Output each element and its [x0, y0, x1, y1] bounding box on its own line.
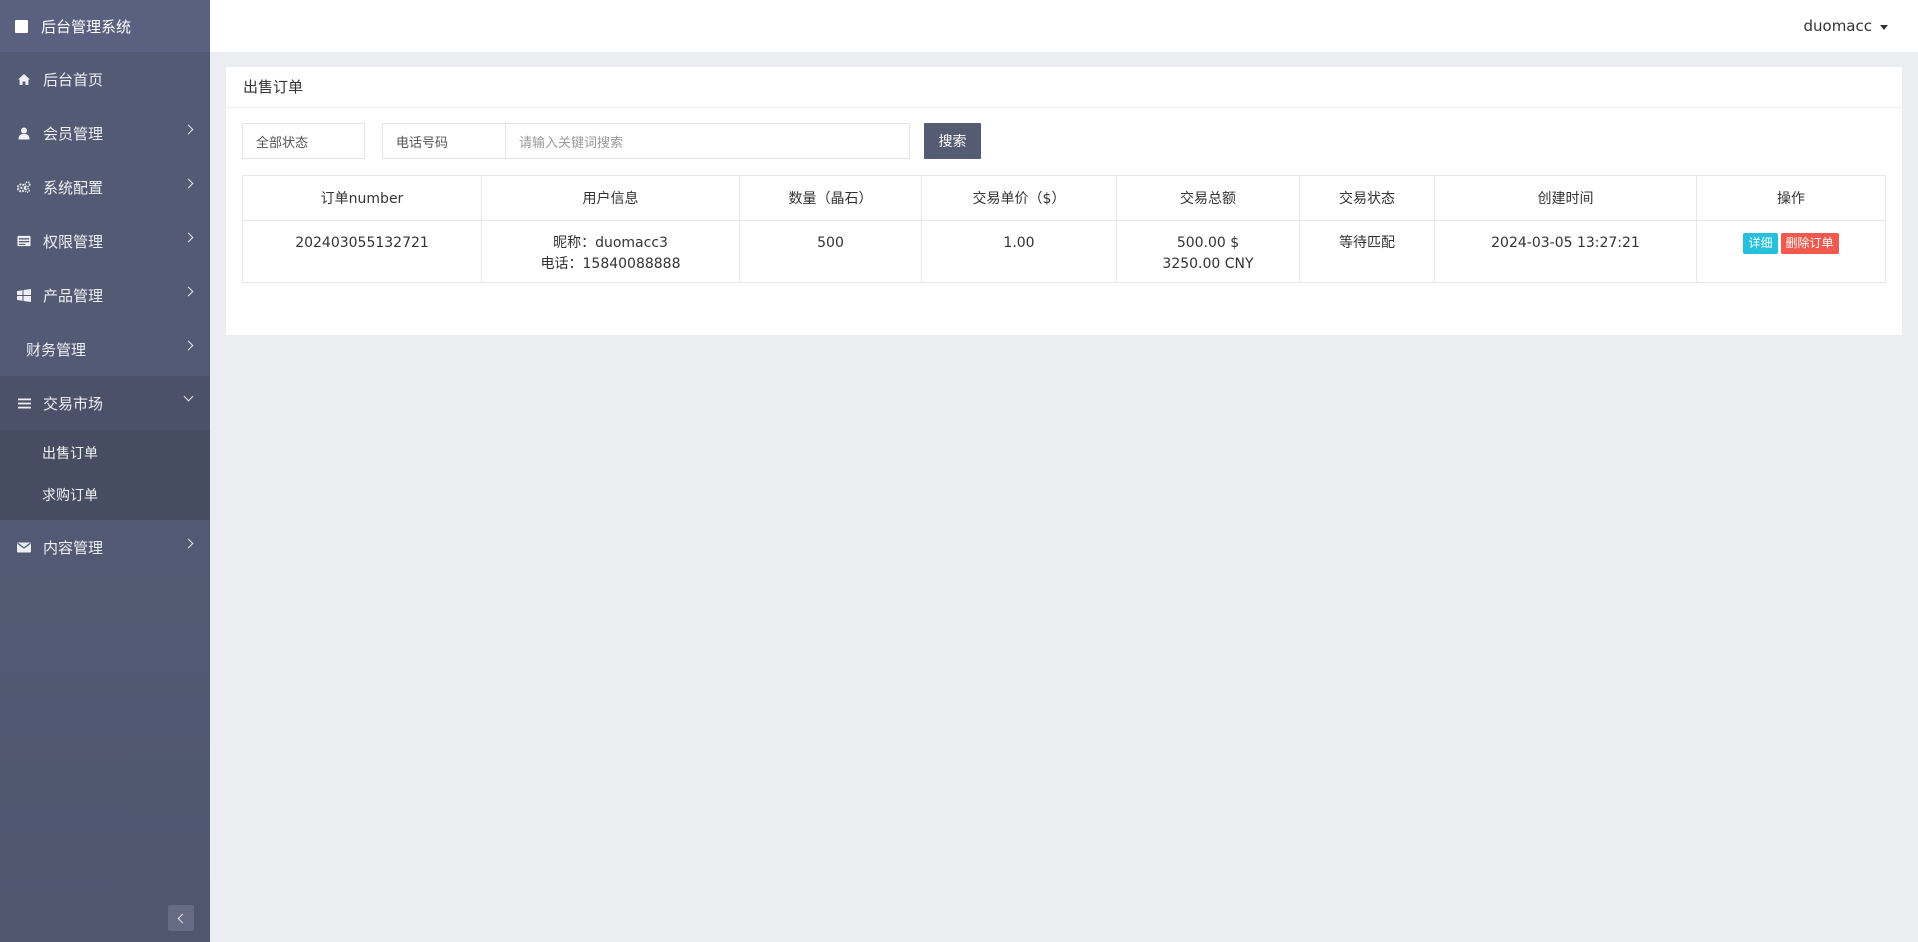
column-header: 操作 [1696, 175, 1886, 221]
user-info-cell: 昵称：duomacc3 电话：15840088888 [481, 220, 740, 283]
user-phone: 电话：15840088888 [540, 256, 681, 272]
sidebar-item-label: 系统配置 [43, 178, 104, 197]
column-header: 交易状态 [1299, 175, 1435, 221]
chevron-right-icon [183, 340, 194, 351]
chevron-down-icon [183, 391, 194, 402]
list-icon [17, 396, 31, 410]
total-usd: 500.00 $ [1176, 235, 1240, 251]
column-header: 创建时间 [1434, 175, 1697, 221]
orders-panel: 出售订单 全部状态 电话号码 请输入关键词搜索 搜索 订单number 用户信息… [226, 67, 1902, 335]
keyword-search-input[interactable]: 请输入关键词搜索 [505, 123, 910, 159]
chevron-right-icon [183, 124, 194, 135]
sidebar-item-finance[interactable]: 财务管理 [0, 322, 210, 376]
sidebar-item-label: 后台首页 [43, 70, 104, 89]
app-root: 后台管理系统 后台首页 会员管理 系统配置 权限管理 产品管理 财务管理 交易市… [0, 0, 1918, 942]
sidebar-item-label: 财务管理 [26, 340, 87, 359]
sidebar-item-members[interactable]: 会员管理 [0, 106, 210, 160]
topbar: duomacc [210, 0, 1918, 52]
gears-icon [17, 180, 31, 194]
sidebar-item-trade-market[interactable]: 交易市场 [0, 376, 210, 430]
sidebar-item-label: 权限管理 [43, 232, 104, 251]
table-header-row: 订单number 用户信息 数量（晶石） 交易单价（$） 交易总额 交易状态 创… [242, 175, 1886, 221]
delete-order-button[interactable]: 删除订单 [1780, 233, 1839, 254]
chevron-right-icon [183, 178, 194, 189]
sidebar-item-products[interactable]: 产品管理 [0, 268, 210, 322]
user-nickname: 昵称：duomacc3 [553, 235, 668, 251]
sidebar-item-label: 会员管理 [43, 124, 104, 143]
trade-market-submenu: 出售订单 求购订单 [0, 430, 210, 520]
cards-icon [17, 234, 31, 248]
sidebar-item-label: 产品管理 [43, 286, 104, 305]
brand[interactable]: 后台管理系统 [0, 0, 210, 52]
caret-down-icon [1880, 24, 1888, 30]
sidebar-item-permissions[interactable]: 权限管理 [0, 214, 210, 268]
column-header: 用户信息 [481, 175, 740, 221]
created-at-cell: 2024-03-05 13:27:21 [1434, 220, 1697, 283]
chevron-right-icon [183, 232, 194, 243]
order-number-cell: 202403055132721 [242, 220, 482, 283]
envelope-icon [17, 540, 31, 554]
app-title: 后台管理系统 [41, 17, 132, 36]
sidebar-subitem-sell-orders[interactable]: 出售订单 [0, 432, 210, 474]
sidebar-item-label: 交易市场 [43, 394, 104, 413]
username: duomacc [1803, 17, 1872, 35]
sidebar-collapse-button[interactable] [168, 905, 194, 931]
status-select[interactable]: 全部状态 [242, 123, 365, 159]
chevron-left-icon [177, 913, 188, 923]
sidebar: 后台管理系统 后台首页 会员管理 系统配置 权限管理 产品管理 财务管理 交易市… [0, 0, 210, 942]
chevron-right-icon [183, 286, 194, 297]
search-button[interactable]: 搜索 [924, 123, 981, 159]
column-header: 订单number [242, 175, 482, 221]
detail-button[interactable]: 详细 [1743, 233, 1778, 254]
total-cell: 500.00 $ 3250.00 CNY [1116, 220, 1300, 283]
unit-price-cell: 1.00 [921, 220, 1117, 283]
user-menu[interactable]: duomacc [1803, 0, 1888, 52]
total-cny: 3250.00 CNY [1162, 256, 1254, 272]
actions-cell: 详细 删除订单 [1696, 220, 1886, 283]
sidebar-item-home[interactable]: 后台首页 [0, 52, 210, 106]
square-icon [15, 19, 28, 33]
chevron-right-icon [183, 538, 194, 549]
sidebar-item-system-config[interactable]: 系统配置 [0, 160, 210, 214]
table-row: 202403055132721 昵称：duomacc3 电话：158400888… [242, 220, 1886, 283]
windows-icon [17, 288, 31, 302]
sidebar-subitem-buy-orders[interactable]: 求购订单 [0, 474, 210, 516]
field-select[interactable]: 电话号码 [382, 123, 506, 159]
sidebar-item-label: 内容管理 [43, 538, 104, 557]
home-icon [17, 72, 31, 86]
sidebar-item-content[interactable]: 内容管理 [0, 520, 210, 574]
page-title: 出售订单 [226, 67, 1902, 108]
orders-table: 订单number 用户信息 数量（晶石） 交易单价（$） 交易总额 交易状态 创… [242, 175, 1886, 283]
quantity-cell: 500 [739, 220, 922, 283]
sidebar-nav: 后台首页 会员管理 系统配置 权限管理 产品管理 财务管理 交易市场 出售订单 … [0, 52, 210, 574]
column-header: 数量（晶石） [739, 175, 922, 221]
column-header: 交易单价（$） [921, 175, 1117, 221]
column-header: 交易总额 [1116, 175, 1300, 221]
status-cell: 等待匹配 [1299, 220, 1435, 283]
user-icon [17, 126, 31, 140]
